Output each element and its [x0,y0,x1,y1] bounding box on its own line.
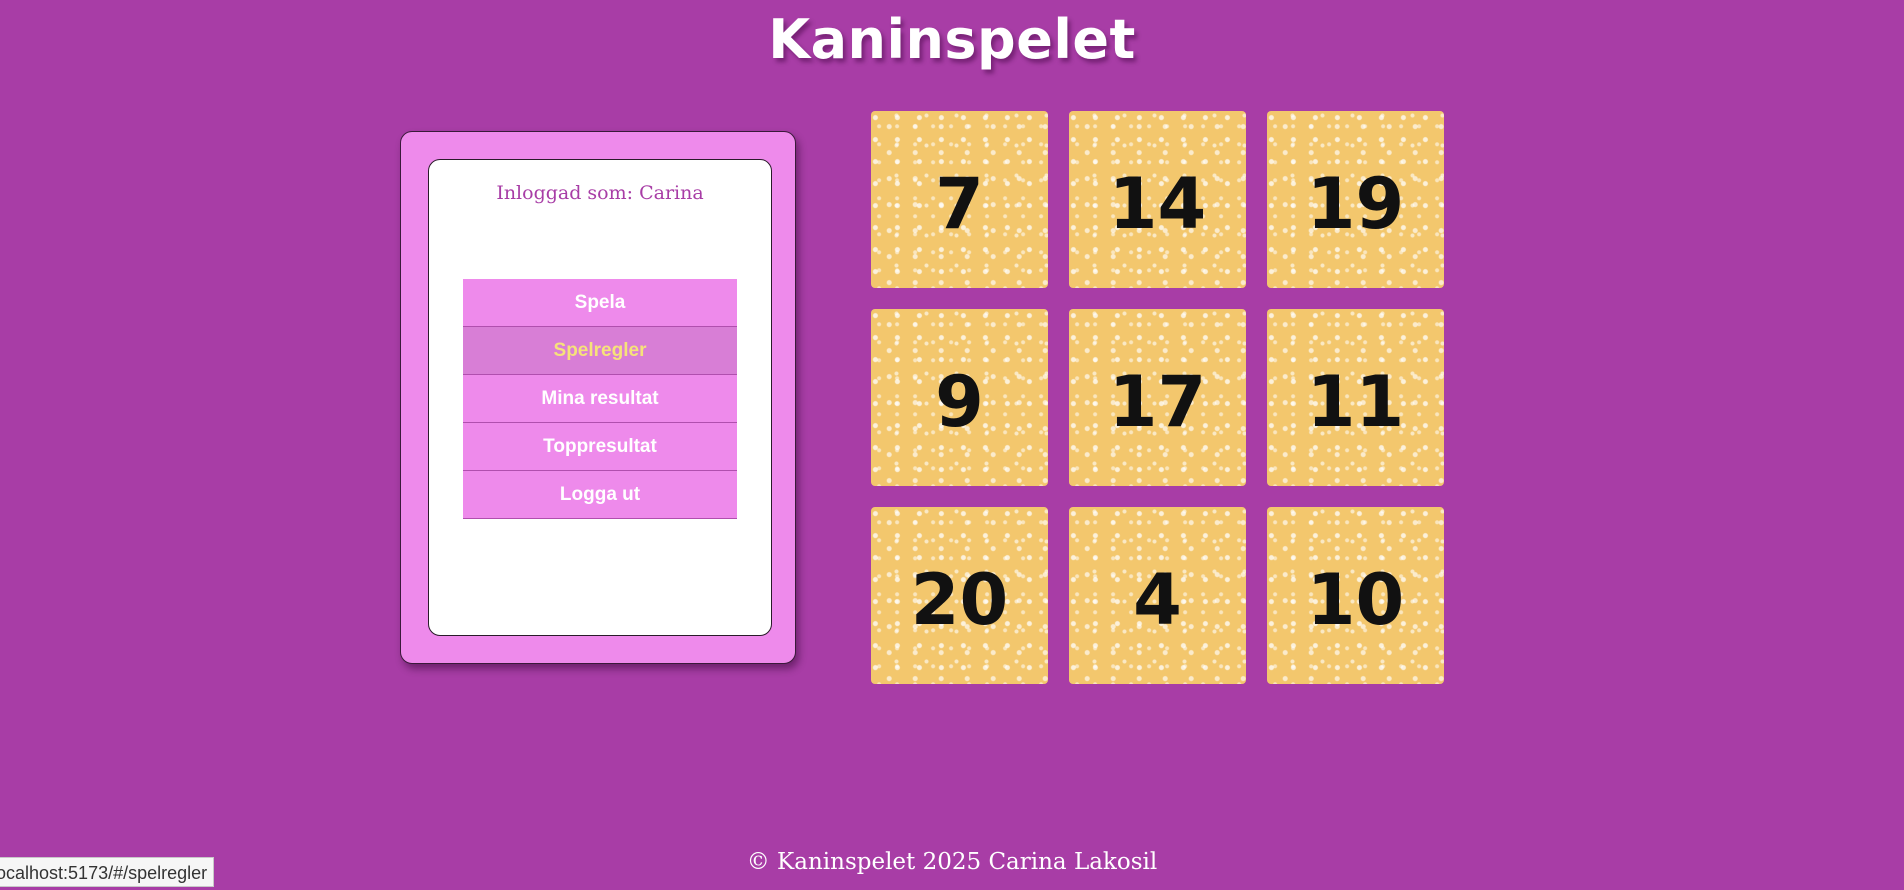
number-tile[interactable]: 4 [1069,507,1246,684]
tile-number: 20 [910,558,1009,641]
tile-number: 4 [1133,558,1182,641]
tile-number: 11 [1306,360,1405,443]
number-tile[interactable]: 9 [871,309,1048,486]
number-tile-grid: 7 14 19 9 17 11 20 4 10 [871,111,1444,684]
tile-number: 19 [1306,162,1405,245]
logged-in-label: Inloggad som: Carina [496,182,704,204]
number-tile[interactable]: 11 [1267,309,1444,486]
tile-number: 17 [1108,360,1207,443]
number-tile[interactable]: 14 [1069,111,1246,288]
menu-item-mina-resultat[interactable]: Mina resultat [463,375,737,423]
menu-card: Inloggad som: Carina Spela Spelregler Mi… [428,159,772,636]
footer-copyright: © Kaninspelet 2025 Carina Lakosil [746,849,1158,875]
tile-number: 14 [1108,162,1207,245]
main-menu: Spela Spelregler Mina resultat Toppresul… [463,279,737,519]
link-status-url: ocalhost:5173/#/spelregler [0,857,215,887]
menu-item-toppresultat[interactable]: Toppresultat [463,423,737,471]
number-tile[interactable]: 19 [1267,111,1444,288]
tile-number: 9 [935,360,984,443]
menu-item-spela[interactable]: Spela [463,279,737,327]
status-url-text: ocalhost:5173/#/spelregler [0,863,208,883]
menu-frame: Inloggad som: Carina Spela Spelregler Mi… [400,131,796,664]
menu-item-spelregler[interactable]: Spelregler [463,327,737,375]
page: Kaninspelet Inloggad som: Carina Spela S… [0,0,1904,890]
tile-number: 7 [935,162,984,245]
number-tile[interactable]: 7 [871,111,1048,288]
number-tile[interactable]: 10 [1267,507,1444,684]
number-tile[interactable]: 17 [1069,309,1246,486]
site-title: Kaninspelet [768,8,1136,71]
menu-item-logga-ut[interactable]: Logga ut [463,471,737,519]
tile-number: 10 [1306,558,1405,641]
number-tile[interactable]: 20 [871,507,1048,684]
